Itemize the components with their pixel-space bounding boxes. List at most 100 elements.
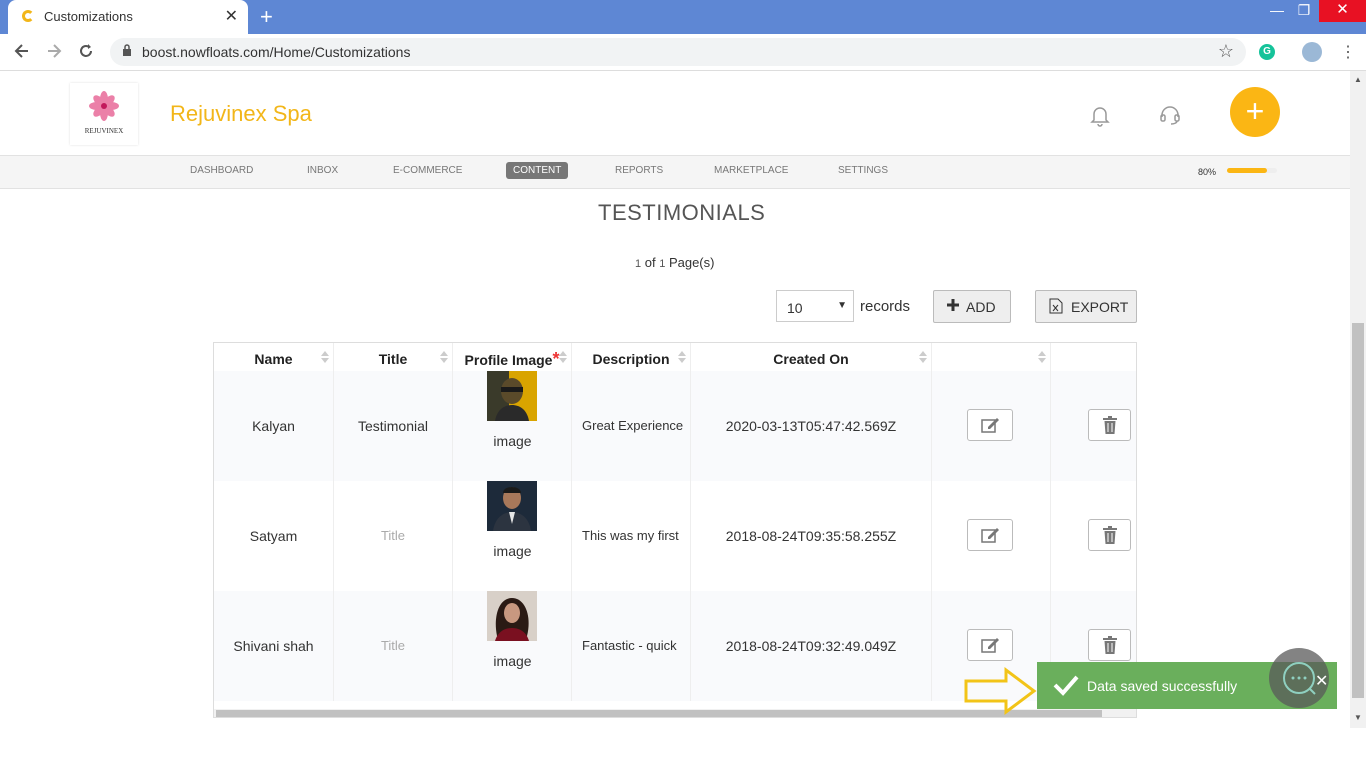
forward-icon[interactable] bbox=[45, 42, 63, 65]
new-tab-button[interactable]: + bbox=[260, 4, 273, 30]
add-button-label: ADD bbox=[966, 299, 996, 315]
nav-marketplace[interactable]: MARKETPLACE bbox=[714, 165, 788, 176]
scroll-up-arrow-icon[interactable]: ▲ bbox=[1354, 75, 1362, 84]
table-header: Name Title Profile Image* Description Cr… bbox=[214, 343, 1136, 372]
records-per-page-select[interactable]: 10 ▼ bbox=[776, 290, 854, 322]
cell-edit bbox=[932, 371, 1051, 481]
grammarly-extension-icon[interactable]: G bbox=[1259, 44, 1275, 60]
toast-message: Data saved successfully bbox=[1087, 678, 1238, 694]
bell-icon[interactable] bbox=[1088, 103, 1112, 132]
lock-icon bbox=[122, 44, 132, 60]
excel-file-icon bbox=[1049, 298, 1063, 317]
pager-suffix: Page(s) bbox=[665, 255, 715, 270]
edit-button[interactable] bbox=[967, 519, 1013, 551]
image-caption: image bbox=[493, 653, 532, 669]
browser-tab[interactable]: Customizations ✕ bbox=[8, 0, 248, 34]
browser-toolbar: boost.nowfloats.com/Home/Customizations … bbox=[0, 34, 1366, 71]
edit-button[interactable] bbox=[967, 629, 1013, 661]
column-header-delete bbox=[1051, 343, 1136, 371]
cell-delete bbox=[1051, 481, 1136, 591]
profile-photo-satyam[interactable] bbox=[487, 481, 537, 531]
bookmark-star-icon[interactable]: ☆ bbox=[1218, 41, 1234, 62]
edit-button[interactable] bbox=[967, 409, 1013, 441]
delete-button[interactable] bbox=[1088, 629, 1131, 661]
scroll-down-arrow-icon[interactable]: ▼ bbox=[1354, 713, 1362, 722]
delete-button[interactable] bbox=[1088, 519, 1131, 551]
profile-avatar[interactable] bbox=[1302, 42, 1322, 62]
url-text: boost.nowfloats.com/Home/Customizations bbox=[142, 44, 411, 60]
window-close-button[interactable]: ✕ bbox=[1319, 0, 1366, 22]
records-label: records bbox=[860, 298, 911, 315]
trash-icon bbox=[1103, 526, 1117, 544]
address-bar[interactable]: boost.nowfloats.com/Home/Customizations … bbox=[110, 38, 1246, 66]
trash-icon bbox=[1103, 636, 1117, 654]
cell-delete bbox=[1051, 371, 1136, 481]
browser-menu-icon[interactable]: ⋮ bbox=[1340, 42, 1356, 62]
minimize-button[interactable]: — bbox=[1262, 2, 1292, 18]
cell-name: Kalyan bbox=[214, 371, 334, 481]
plus-icon bbox=[947, 298, 959, 315]
column-header-edit[interactable] bbox=[932, 343, 1051, 371]
cell-title: Title bbox=[334, 481, 453, 591]
cell-created-on: 2018-08-24T09:35:58.255Z bbox=[691, 481, 932, 591]
table-row: Satyam Title image This was my first 201… bbox=[214, 481, 1136, 591]
back-icon[interactable] bbox=[13, 42, 31, 65]
checkmark-icon bbox=[1053, 675, 1079, 696]
column-header-description[interactable]: Description bbox=[572, 343, 691, 371]
cell-created-on: 2018-08-24T09:32:49.049Z bbox=[691, 591, 932, 701]
restore-button[interactable]: ❐ bbox=[1289, 2, 1319, 19]
dropdown-arrow-icon: ▼ bbox=[837, 300, 847, 311]
toast-close-icon[interactable]: ✕ bbox=[1315, 671, 1328, 691]
profile-progress-bar bbox=[1227, 168, 1277, 173]
page-title: TESTIMONIALS bbox=[598, 200, 766, 225]
tab-close-icon[interactable]: ✕ bbox=[225, 6, 238, 26]
testimonials-table: Name Title Profile Image* Description Cr… bbox=[213, 342, 1137, 718]
trash-icon bbox=[1103, 416, 1117, 434]
cell-profile-image: image bbox=[453, 371, 572, 481]
edit-icon bbox=[981, 418, 999, 433]
main-nav: DASHBOARD INBOX E-COMMERCE CONTENT REPOR… bbox=[0, 155, 1350, 189]
favicon-icon bbox=[22, 10, 34, 22]
pager-of: of bbox=[641, 255, 660, 270]
cell-description: Great Experience bbox=[572, 371, 691, 481]
tab-title: Customizations bbox=[44, 9, 133, 24]
nav-dashboard[interactable]: DASHBOARD bbox=[190, 165, 253, 176]
table-row: Kalyan Testimonial image Great Experienc… bbox=[214, 371, 1136, 481]
edit-icon bbox=[981, 638, 999, 653]
cell-description: This was my first bbox=[572, 481, 691, 591]
cell-name: Shivani shah bbox=[214, 591, 334, 701]
delete-button[interactable] bbox=[1088, 409, 1131, 441]
cell-profile-image: image bbox=[453, 481, 572, 591]
export-button[interactable]: EXPORT bbox=[1035, 290, 1137, 323]
profile-photo-shivani[interactable] bbox=[487, 591, 537, 641]
cell-created-on: 2020-03-13T05:47:42.569Z bbox=[691, 371, 932, 481]
column-header-created-on[interactable]: Created On bbox=[691, 343, 932, 371]
edit-icon bbox=[981, 528, 999, 543]
business-name[interactable]: Rejuvinex Spa bbox=[170, 101, 312, 127]
profile-photo-kalyan[interactable] bbox=[487, 371, 537, 421]
app-header: REJUVINEX Rejuvinex Spa + bbox=[0, 71, 1350, 155]
yellow-arrow-annotation-icon bbox=[964, 667, 1037, 715]
nav-reports[interactable]: REPORTS bbox=[615, 165, 663, 176]
nav-settings[interactable]: SETTINGS bbox=[838, 165, 888, 176]
nav-ecommerce[interactable]: E-COMMERCE bbox=[393, 165, 462, 176]
column-header-profile-image[interactable]: Profile Image* bbox=[453, 343, 572, 371]
profile-progress-fill bbox=[1227, 168, 1267, 173]
column-header-title[interactable]: Title bbox=[334, 343, 453, 371]
page-scroll-thumb[interactable] bbox=[1352, 323, 1364, 698]
cell-title: Title bbox=[334, 591, 453, 701]
export-button-label: EXPORT bbox=[1071, 299, 1129, 315]
support-headset-icon[interactable] bbox=[1158, 103, 1182, 132]
nav-inbox[interactable]: INBOX bbox=[307, 165, 338, 176]
add-fab-button[interactable]: + bbox=[1230, 87, 1280, 137]
column-header-name[interactable]: Name bbox=[214, 343, 334, 371]
reload-icon[interactable] bbox=[77, 42, 95, 65]
add-button[interactable]: ADD bbox=[933, 290, 1011, 323]
image-caption: image bbox=[493, 543, 532, 559]
records-select-value: 10 bbox=[787, 300, 803, 316]
cell-profile-image: image bbox=[453, 591, 572, 701]
cell-title: Testimonial bbox=[334, 371, 453, 481]
nav-content[interactable]: CONTENT bbox=[506, 162, 569, 179]
business-logo[interactable]: REJUVINEX bbox=[70, 83, 138, 145]
page-vertical-scrollbar[interactable]: ▲ ▼ bbox=[1350, 71, 1366, 728]
